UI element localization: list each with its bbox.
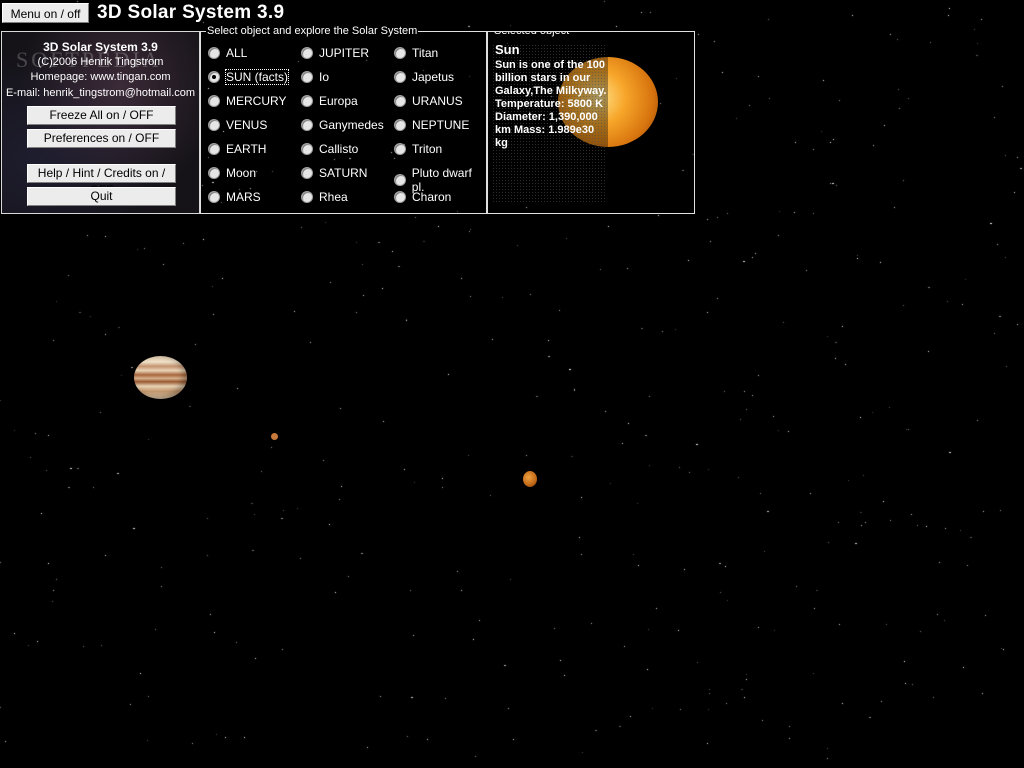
radio-label: URANUS — [412, 94, 463, 108]
radio-earth[interactable]: EARTH — [208, 142, 266, 156]
radio-indicator-icon[interactable] — [394, 191, 406, 203]
selected-object-group: Selected object Sun Sun is one of the 10… — [487, 31, 695, 214]
radio-indicator-icon[interactable] — [208, 71, 220, 83]
radio-triton[interactable]: Triton — [394, 142, 442, 156]
radio-jupiter[interactable]: JUPITER — [301, 46, 369, 60]
radio-indicator-icon[interactable] — [394, 174, 406, 186]
radio-charon[interactable]: Charon — [394, 190, 451, 204]
object-select-label: Select object and explore the Solar Syst… — [206, 24, 419, 38]
radio-label: Io — [319, 70, 330, 84]
radio-callisto[interactable]: Callisto — [301, 142, 358, 156]
radio-label: NEPTUNE — [412, 118, 470, 132]
help-hint-credits-button[interactable]: Help / Hint / Credits on / OFF — [27, 164, 176, 197]
info-copyright: (C)2006 Henrik Tingstrom — [37, 56, 164, 68]
radio-indicator-icon[interactable] — [301, 119, 313, 131]
selected-object-facts: Sun is one of the 100 billion stars in o… — [495, 59, 607, 149]
radio-mars[interactable]: MARS — [208, 190, 261, 204]
radio-japetus[interactable]: Japetus — [394, 70, 454, 84]
radio-label: VENUS — [226, 118, 268, 132]
app-title: 3D Solar System 3.9 — [97, 2, 285, 23]
jupiter-planet[interactable] — [134, 356, 187, 399]
radio-io[interactable]: Io — [301, 70, 329, 84]
radio-label: Moon — [226, 166, 257, 180]
radio-sun-facts[interactable]: SUN (facts) — [208, 69, 290, 85]
radio-indicator-icon[interactable] — [394, 95, 406, 107]
radio-label: SUN (facts) — [224, 69, 290, 85]
radio-label: Japetus — [412, 70, 455, 84]
radio-indicator-icon[interactable] — [394, 71, 406, 83]
preferences-button[interactable]: Preferences on / OFF — [27, 129, 176, 148]
radio-moon[interactable]: Moon — [208, 166, 256, 180]
radio-indicator-icon[interactable] — [301, 95, 313, 107]
info-email: E-mail: henrik_tingstrom@hotmail.com — [5, 87, 196, 99]
radio-label: Ganymedes — [319, 118, 384, 132]
radio-label: Rhea — [319, 190, 348, 204]
radio-rhea[interactable]: Rhea — [301, 190, 348, 204]
selected-object-label: Selected object — [493, 32, 571, 38]
radio-indicator-icon[interactable] — [301, 167, 313, 179]
quit-button[interactable]: Quit — [27, 187, 176, 206]
radio-indicator-icon[interactable] — [208, 167, 220, 179]
radio-label: EARTH — [226, 142, 267, 156]
radio-indicator-icon[interactable] — [208, 95, 220, 107]
europa-moon[interactable] — [523, 471, 537, 487]
radio-uranus[interactable]: URANUS — [394, 94, 463, 108]
info-homepage: Homepage: www.tingan.com — [30, 71, 171, 83]
radio-label: MERCURY — [226, 94, 287, 108]
radio-indicator-icon[interactable] — [301, 143, 313, 155]
radio-indicator-icon[interactable] — [208, 191, 220, 203]
radio-neptune[interactable]: NEPTUNE — [394, 118, 469, 132]
radio-label: Charon — [412, 190, 452, 204]
radio-europa[interactable]: Europa — [301, 94, 358, 108]
radio-indicator-icon[interactable] — [208, 119, 220, 131]
radio-label: SATURN — [319, 166, 368, 180]
radio-label: MARS — [226, 190, 261, 204]
radio-mercury[interactable]: MERCURY — [208, 94, 286, 108]
radio-ganymedes[interactable]: Ganymedes — [301, 118, 384, 132]
radio-indicator-icon[interactable] — [394, 143, 406, 155]
radio-indicator-icon[interactable] — [208, 143, 220, 155]
radio-titan[interactable]: Titan — [394, 46, 438, 60]
menu-toggle-button[interactable]: Menu on / off — [2, 3, 89, 23]
radio-label: Europa — [319, 94, 358, 108]
freeze-all-button[interactable]: Freeze All on / OFF — [27, 106, 176, 125]
radio-indicator-icon[interactable] — [394, 119, 406, 131]
info-panel: SOFTPEDIA 3D Solar System 3.9 (C)2006 He… — [1, 31, 200, 214]
object-select-group: Select object and explore the Solar Syst… — [200, 24, 487, 214]
radio-label: Callisto — [319, 142, 359, 156]
radio-label: Triton — [412, 142, 443, 156]
radio-indicator-icon[interactable] — [301, 71, 313, 83]
radio-venus[interactable]: VENUS — [208, 118, 267, 132]
selected-object-name: Sun — [495, 42, 520, 57]
radio-indicator-icon[interactable] — [208, 47, 220, 59]
radio-label: Titan — [412, 46, 439, 60]
radio-all[interactable]: ALL — [208, 46, 247, 60]
radio-indicator-icon[interactable] — [301, 47, 313, 59]
io-moon[interactable] — [271, 433, 278, 440]
info-title: 3D Solar System 3.9 — [43, 40, 158, 54]
radio-label: JUPITER — [319, 46, 370, 60]
radio-label: ALL — [226, 46, 248, 60]
radio-indicator-icon[interactable] — [394, 47, 406, 59]
radio-indicator-icon[interactable] — [301, 191, 313, 203]
radio-saturn[interactable]: SATURN — [301, 166, 367, 180]
